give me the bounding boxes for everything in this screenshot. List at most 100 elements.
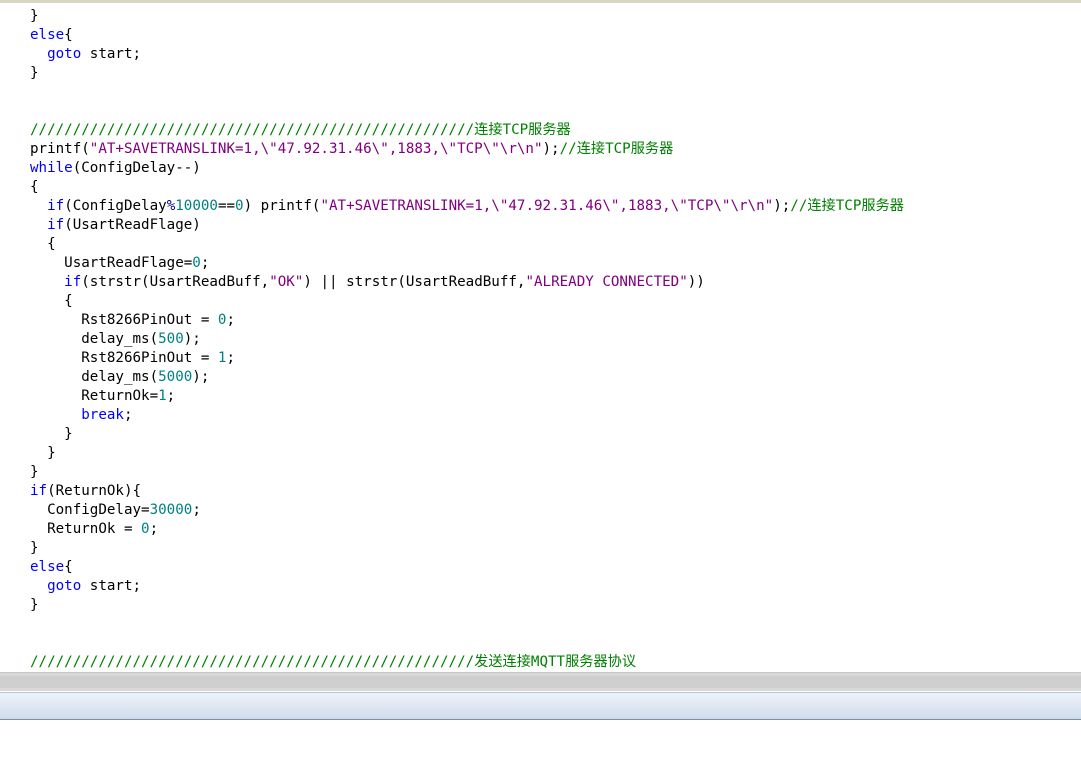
code-line: { [30,178,39,197]
code-token: { [30,293,73,309]
code-token: ); [773,198,791,214]
code-line: } [30,64,39,83]
code-token: } [30,426,73,442]
code-token: } [30,65,39,81]
code-token: if [64,274,82,290]
code-token: 500 [158,331,184,347]
code-line: ReturnOk=1; [30,387,175,406]
code-token: ); [542,141,560,157]
code-token: start; [81,46,142,62]
code-editor[interactable]: } else{ goto start;}/////////////////////… [0,3,1081,672]
code-token: ; [226,312,236,328]
code-token: delay_ms( [30,331,159,347]
code-line: } [30,7,39,26]
code-line: if(ReturnOk){ [30,482,141,501]
code-token: ////////////////////////////////////////… [30,122,571,138]
code-token: ; [226,350,236,366]
code-line: else{ [30,558,73,577]
code-line: } [30,444,56,463]
code-token: } [30,464,39,480]
code-token: (UsartReadFlage) [64,217,201,233]
code-line: printf("AT+SAVETRANSLINK=1,\"47.92.31.46… [30,140,673,159]
code-token: ; [166,388,176,404]
code-token: (strstr(UsartReadBuff, [81,274,270,290]
code-token: 10000 [175,198,218,214]
code-token: printf( [30,141,90,157]
code-token: (ConfigDelay--) [72,160,201,176]
code-token: //连接TCP服务器 [559,141,674,157]
code-line: } [30,596,39,615]
code-token: Rst8266PinOut = [30,312,218,328]
code-token: 1 [158,388,167,404]
code-token: delay_ms( [30,369,159,385]
code-token: while [30,160,73,176]
code-line: } [30,463,39,482]
code-token: ; [192,502,201,518]
code-token: start; [81,578,142,594]
code-line: goto start; [30,45,141,64]
code-token: } [30,597,39,613]
code-line: if(UsartReadFlage) [30,216,201,235]
code-token: (ConfigDelay [64,198,167,214]
code-token: ; [149,521,159,537]
code-line: else{ [30,26,73,45]
code-token: "AT+SAVETRANSLINK=1,\"47.92.31.46\",1883… [89,141,543,157]
code-token: { [30,179,39,195]
code-token: } [30,8,39,24]
code-line: ReturnOk = 0; [30,520,158,539]
code-token: (ReturnOk){ [47,483,142,499]
code-token: ); [183,331,201,347]
code-token: 5000 [158,369,193,385]
code-token: ) || strstr(UsartReadBuff, [303,274,526,290]
code-token: else [30,27,65,43]
code-token: break [81,407,124,423]
scrollbar-thumb[interactable] [0,676,1081,688]
code-token: "AT+SAVETRANSLINK=1,\"47.92.31.46\",1883… [320,198,774,214]
code-line: { [30,292,73,311]
code-token: 30000 [149,502,193,518]
code-token: { [64,559,73,575]
code-line: UsartReadFlage=0; [30,254,209,273]
code-token: { [64,27,73,43]
output-panel-header [0,692,1081,720]
code-token: } [30,540,39,556]
code-token: ReturnOk = [30,521,142,537]
code-token: 0 [235,198,244,214]
code-line: while(ConfigDelay--) [30,159,201,178]
code-token: ConfigDelay= [30,502,150,518]
code-line: Rst8266PinOut = 0; [30,311,235,330]
code-line: } [30,539,39,558]
code-token: 0 [192,255,201,271]
code-token: if [30,483,48,499]
code-line: delay_ms(500); [30,330,201,349]
code-token: Rst8266PinOut = [30,350,218,366]
code-line: ////////////////////////////////////////… [30,653,636,672]
code-line: Rst8266PinOut = 1; [30,349,235,368]
code-line: ConfigDelay=30000; [30,501,201,520]
code-line: if(ConfigDelay%10000==0) printf("AT+SAVE… [30,197,904,216]
code-token: == [217,198,236,214]
code-line: ////////////////////////////////////////… [30,121,571,140]
code-token: )) [687,274,705,290]
horizontal-scrollbar[interactable] [0,672,1081,691]
code-token: ) printf( [243,198,321,214]
code-token: UsartReadFlage= [30,255,193,271]
code-token: "ALREADY CONNECTED" [525,274,688,290]
code-token: ////////////////////////////////////////… [30,654,637,670]
code-token: //连接TCP服务器 [790,198,904,214]
code-token: 0 [141,521,150,537]
code-token: % [166,198,176,214]
code-token: { [30,236,56,252]
code-line: } [30,425,73,444]
code-token: else [30,559,65,575]
code-token: ReturnOk= [30,388,159,404]
code-token: ; [200,255,210,271]
code-token: "OK" [269,274,304,290]
code-line: goto start; [30,577,141,596]
output-panel [0,720,1081,770]
